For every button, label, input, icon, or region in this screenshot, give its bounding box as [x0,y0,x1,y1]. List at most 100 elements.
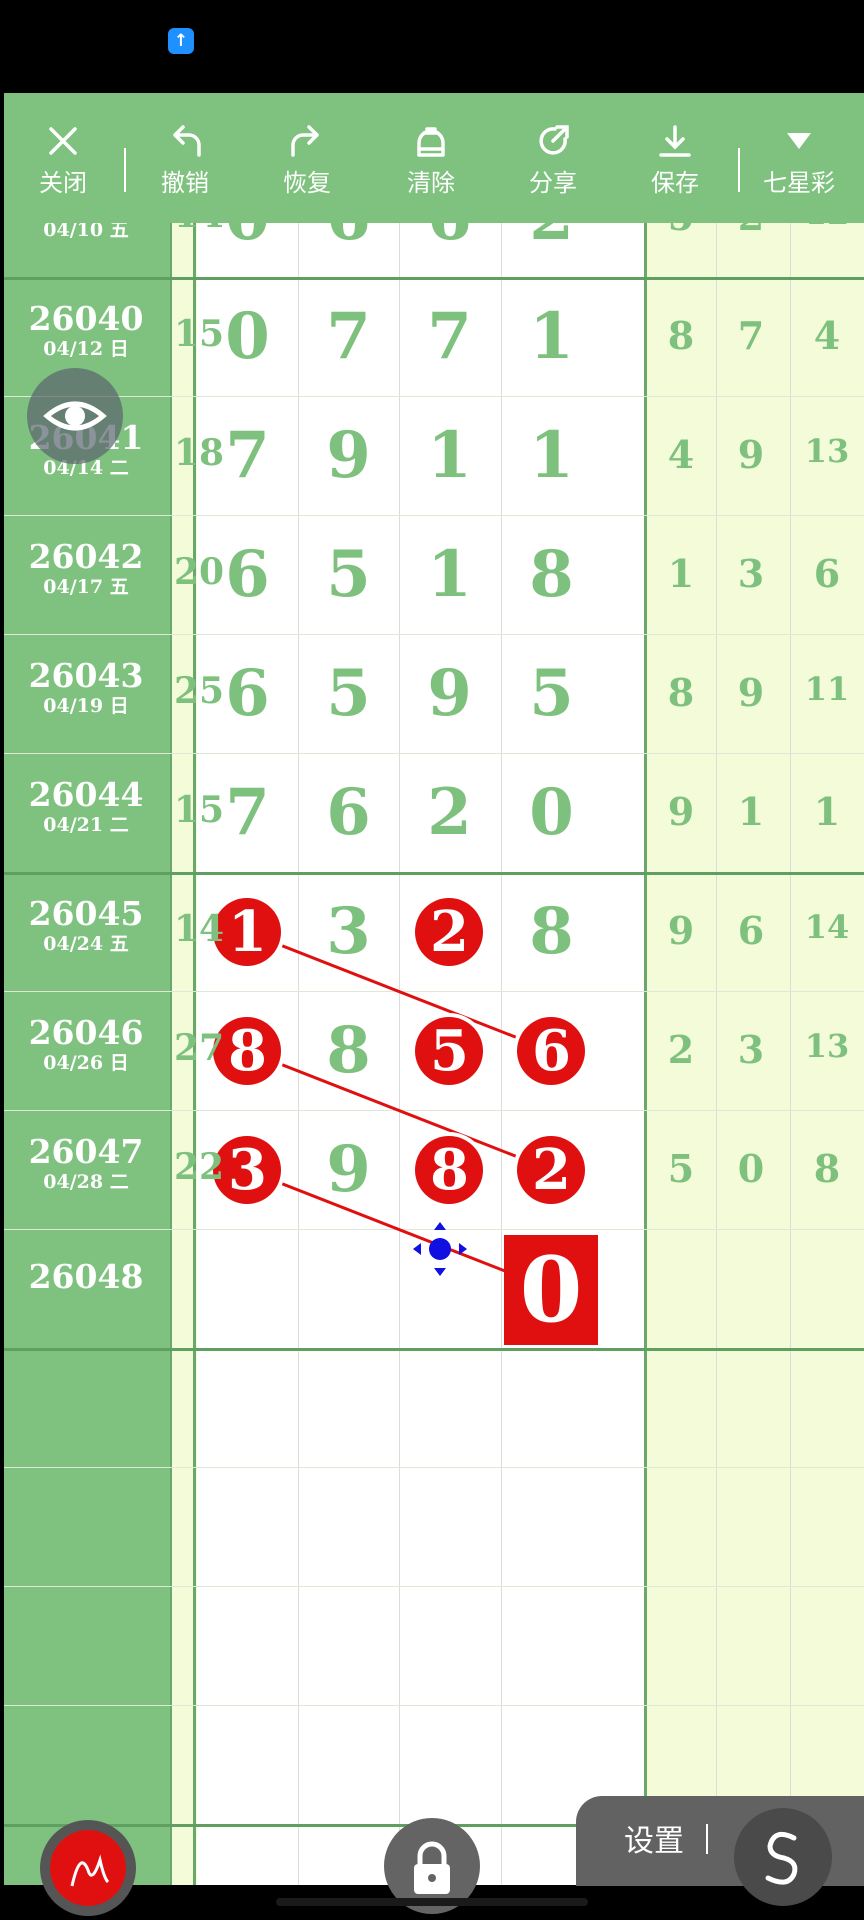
right-digit: 12 [790,223,864,232]
digit-cell[interactable]: 5 [501,654,602,734]
right-digit: 2 [667,1027,695,1072]
right-digit: 9 [737,670,765,715]
period-date: 04/12 日 [43,338,129,360]
toolbar-divider [738,148,740,192]
circled-digit[interactable]: 2 [501,1130,602,1210]
divider [706,1824,708,1854]
circled-digit[interactable]: 2 [399,892,500,972]
draw-board[interactable]: 2603904/10 五14066252122604004/12 日150771… [4,223,864,1885]
download-icon [659,125,691,157]
toolbar: 关闭 撤销 恢复 清除 分享 保存 七星彩 [4,93,864,223]
circled-digit[interactable]: 1 [197,892,298,972]
digit-cell[interactable]: 0 [501,773,602,853]
period-cell: 26044 04/21 二 [4,777,168,837]
digit-cell[interactable]: 2 [501,223,602,258]
drag-handle[interactable] [413,1222,467,1276]
redo-icon [291,125,319,157]
prediction-digit[interactable]: 0 [504,1237,598,1343]
toolbar-eraser-button[interactable]: 清除 [386,123,476,213]
right-digit: 7 [737,313,765,358]
eraser-icon [417,127,445,157]
circled-digit[interactable]: 6 [501,1011,602,1091]
bottom-panel: 设置 [576,1796,864,1906]
digit-cell[interactable]: 1 [399,535,500,615]
period-date: 04/26 日 [43,1052,129,1074]
period-date: 04/17 五 [43,576,129,598]
right-digit: 13 [804,432,850,470]
toolbar-close-button[interactable]: 关闭 [18,123,108,213]
digit-cell[interactable]: 5 [298,535,399,615]
right-digit: 11 [804,670,850,708]
period-number: 26047 [28,1132,144,1171]
share-icon [539,125,569,155]
digit-cell[interactable]: 8 [501,892,602,972]
right-digit: 13 [804,1027,850,1065]
status-bar: ↑ [0,0,864,93]
circled-digit[interactable]: 3 [197,1130,298,1210]
right-digit: 8 [667,313,695,358]
digit-cell[interactable]: 6 [298,223,399,258]
digit-cell[interactable]: 7 [197,416,298,496]
digit-cell[interactable]: 5 [298,654,399,734]
period-number: 26044 [28,775,144,814]
right-digit: 5 [667,1146,695,1191]
digit-cell[interactable]: 6 [399,223,500,258]
digit-cell[interactable]: 0 [197,223,298,258]
circled-digit[interactable]: 8 [197,1011,298,1091]
period-date: 04/19 日 [43,695,129,717]
digit-cell[interactable]: 6 [197,535,298,615]
toolbar-label: 清除 [407,169,455,197]
period-number: 26048 [28,1257,144,1296]
toolbar-label: 七星彩 [763,169,835,197]
digit-cell[interactable]: 7 [298,297,399,377]
right-digit: 6 [737,908,765,953]
settings-button[interactable]: 设置 [624,1816,684,1860]
period-cell: 26046 04/26 日 [4,1015,168,1075]
digit-cell[interactable]: 0 [197,297,298,377]
period-number: 26045 [28,894,144,933]
right-digit: 3 [737,1027,765,1072]
toolbar-undo-button[interactable]: 撤销 [140,123,230,213]
right-digit: 9 [667,908,695,953]
period-number: 26043 [28,656,144,695]
digit-cell[interactable]: 3 [298,892,399,972]
toolbar-share-button[interactable]: 分享 [508,123,598,213]
digit-cell[interactable]: 1 [501,416,602,496]
digit-cell[interactable]: 6 [197,654,298,734]
right-digit: 4 [667,432,695,477]
digit-cell[interactable]: 1 [501,297,602,377]
digit-cell[interactable]: 2 [399,773,500,853]
close-icon [49,127,77,155]
pen-button[interactable] [40,1820,136,1916]
right-digit: 1 [667,551,695,596]
eye-icon[interactable] [27,368,123,464]
period-number: 26040 [28,299,144,338]
toolbar-download-button[interactable]: 保存 [630,123,720,213]
toolbar-label: 分享 [529,169,577,197]
period-date: 04/28 二 [43,1171,129,1193]
digit-cell[interactable]: 8 [501,535,602,615]
s-curve-button[interactable] [734,1808,832,1906]
right-digit: 14 [804,908,850,946]
toolbar-divider [124,148,126,192]
digit-cell[interactable]: 9 [399,654,500,734]
right-digit: 5 [646,223,716,239]
toolbar-caret-down-button[interactable]: 七星彩 [754,123,844,213]
digit-cell[interactable]: 9 [298,1130,399,1210]
right-digit: 2 [716,223,786,239]
period-cell: 26042 04/17 五 [4,539,168,599]
circled-digit[interactable]: 8 [399,1130,500,1210]
right-digit: 3 [737,551,765,596]
right-digit: 1 [737,789,765,834]
digit-cell[interactable]: 6 [298,773,399,853]
digit-cell[interactable]: 9 [298,416,399,496]
digit-cell[interactable]: 7 [399,297,500,377]
right-digit: 6 [813,551,841,596]
toolbar-redo-button[interactable]: 恢复 [262,123,352,213]
period-cell: 26040 04/12 日 [4,301,168,361]
digit-cell[interactable]: 7 [197,773,298,853]
digit-cell[interactable]: 8 [298,1011,399,1091]
circled-digit[interactable]: 5 [399,1011,500,1091]
arrow-up-icon: ↑ [168,28,194,54]
digit-cell[interactable]: 1 [399,416,500,496]
